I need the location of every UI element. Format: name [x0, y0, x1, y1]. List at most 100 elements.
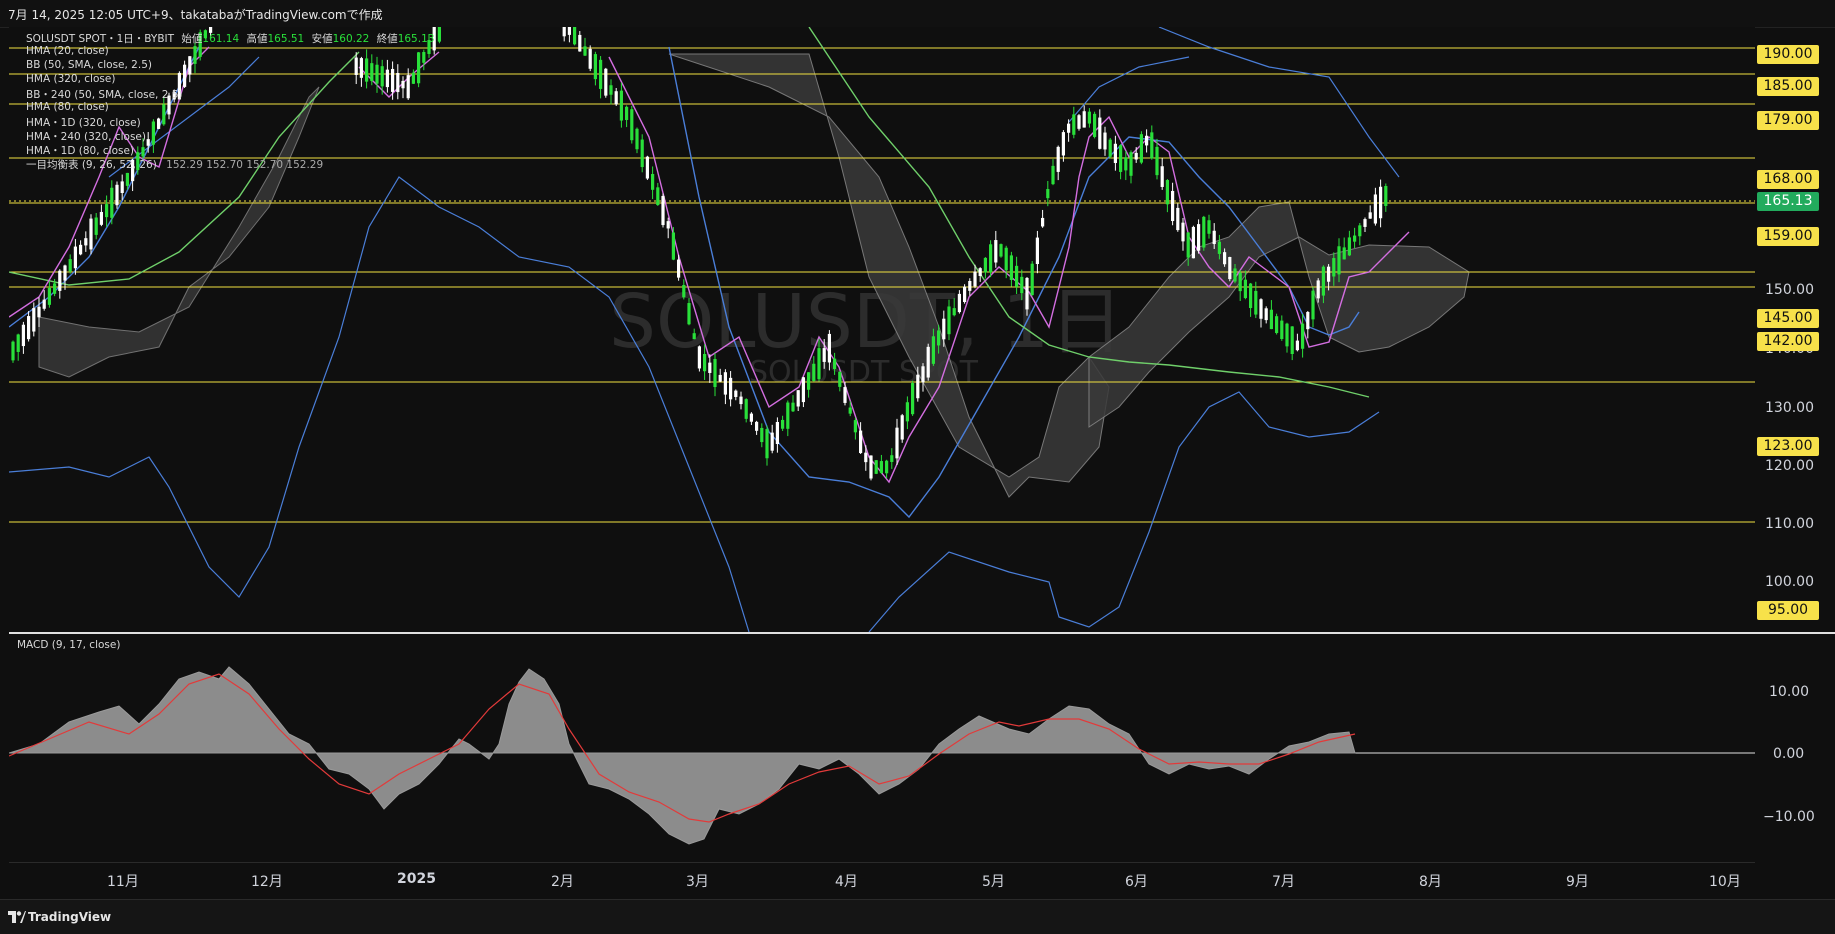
level-tag-142: 142.00 — [1757, 332, 1819, 351]
candle-body — [1285, 323, 1289, 347]
tradingview-logo-icon — [8, 911, 26, 923]
candle-body — [354, 57, 358, 75]
candle-body — [666, 221, 670, 229]
candle-body — [1072, 114, 1076, 135]
caption-bar: 7月 14, 2025 12:05 UTC+9、takatabaがTrading… — [0, 0, 1835, 28]
candle-body — [11, 341, 15, 361]
macd-pane[interactable]: MACD (9, 17, close) — [8, 634, 1755, 862]
level-tag-179: 179.00 — [1757, 111, 1819, 130]
candle-body — [417, 52, 421, 84]
candle-body — [1264, 308, 1268, 321]
price-label-110: 110.00 — [1765, 516, 1814, 532]
time-label-dec: 12月 — [251, 874, 283, 890]
candle-body — [73, 246, 77, 269]
candle-body — [952, 308, 956, 316]
price-chart[interactable]: SOLUSDT, 1日 SOLUSDT SPOT — [8, 11, 1755, 633]
level-tag-185: 185.00 — [1757, 77, 1819, 96]
legend-indicator-3[interactable]: BB・240 (50, SMA, close, 2.5) — [26, 87, 183, 102]
ichimoku-cloud-right — [1088, 201, 1470, 428]
candle-body — [385, 69, 389, 88]
candle-body — [978, 268, 982, 276]
candle-body — [1212, 230, 1216, 245]
candle-body — [1056, 146, 1060, 172]
candle-body — [968, 281, 972, 291]
legend-indicator-0[interactable]: HMA (20, close) — [26, 45, 109, 57]
macd-chart[interactable] — [8, 634, 1755, 862]
close-value: 165.13 — [397, 33, 435, 45]
candle-body — [1160, 166, 1164, 187]
legend-indicator-5[interactable]: HMA・1D (320, close) — [26, 115, 141, 130]
legend-indicator-2[interactable]: HMA (320, close) — [26, 73, 115, 85]
candle-body — [1046, 189, 1050, 199]
candle-body — [983, 257, 987, 273]
candle-body — [79, 244, 83, 255]
candle-body — [900, 415, 904, 440]
candle-body — [380, 66, 384, 87]
candle-body — [1332, 258, 1336, 277]
bb-lower — [8, 176, 1380, 633]
legend-indicator-6[interactable]: HMA・240 (320, close) — [26, 129, 146, 144]
candle-body — [999, 244, 1003, 257]
candle-body — [1093, 113, 1097, 137]
candle-body — [926, 346, 930, 378]
candle-body — [1197, 224, 1201, 251]
candle-body — [744, 399, 748, 419]
level-tag-159: 159.00 — [1757, 227, 1819, 246]
candle-body — [1254, 290, 1258, 315]
candle-body — [1368, 212, 1372, 219]
legend-indicator-7[interactable]: HMA・1D (80, close) — [26, 143, 134, 158]
candle-body — [739, 396, 743, 405]
macd-title[interactable]: MACD (9, 17, close) — [17, 639, 120, 651]
candle-body — [1139, 134, 1143, 163]
candle-body — [396, 72, 400, 93]
candle-body — [1108, 139, 1112, 157]
candle-body — [1191, 226, 1195, 259]
candle-body — [853, 420, 857, 433]
candle-body — [994, 240, 998, 263]
candle-body — [640, 139, 644, 168]
price-pane[interactable]: SOLUSDT, 1日 SOLUSDT SPOT SOLUSDT SPOT・1日… — [8, 11, 1755, 633]
candle-body — [1306, 312, 1310, 330]
candle-body — [677, 259, 681, 278]
candle-body — [1223, 252, 1227, 265]
candle-body — [573, 26, 577, 45]
candle-body — [58, 270, 62, 291]
candle-body — [578, 34, 582, 52]
candle-body — [193, 46, 197, 64]
candle-body — [1124, 157, 1128, 171]
symbol-text: SOLUSDT SPOT・1日・BYBIT — [26, 33, 175, 45]
candle-body — [1238, 272, 1242, 292]
candle-body — [609, 85, 613, 95]
legend-indicator-4[interactable]: HMA (80, close) — [26, 101, 109, 113]
candle-body — [588, 48, 592, 69]
candle-body — [864, 452, 868, 463]
candle-body — [895, 427, 899, 459]
candle-body — [729, 377, 733, 400]
macd-label-0: 0.00 — [1773, 746, 1804, 762]
candle-body — [151, 121, 155, 145]
candle-body — [1337, 246, 1341, 275]
candle-body — [1129, 152, 1133, 176]
high-label: 高値 — [246, 33, 268, 45]
time-label-oct: 10月 — [1709, 874, 1741, 890]
legend-ichimoku[interactable]: 一目均衡表 (9, 26, 52, 26) 152.29 152.70 152.… — [26, 157, 323, 172]
time-label-nov: 11月 — [107, 874, 139, 890]
close-label: 終値 — [376, 33, 398, 45]
candle-body — [1363, 219, 1367, 227]
time-axis[interactable]: 11月 12月 2025 2月 3月 4月 5月 6月 7月 8月 9月 10月 — [9, 862, 1755, 900]
candle-body — [1249, 283, 1253, 309]
brand-text: TradingView — [28, 910, 112, 924]
candle-body — [27, 316, 31, 340]
candle-body — [630, 109, 634, 141]
candle-body — [1009, 255, 1013, 280]
candle-body — [822, 348, 826, 362]
time-label-2025: 2025 — [397, 871, 436, 887]
macd-axis[interactable]: 10.00 0.00 −10.00 — [1755, 634, 1835, 862]
legend-indicator-1[interactable]: BB (50, SMA, close, 2.5) — [26, 59, 152, 71]
candle-body — [89, 218, 93, 250]
candle-body — [812, 363, 816, 381]
candle-body — [370, 63, 374, 82]
candle-body — [1233, 268, 1237, 282]
candle-body — [1041, 217, 1045, 227]
low-label: 安値 — [311, 33, 333, 45]
